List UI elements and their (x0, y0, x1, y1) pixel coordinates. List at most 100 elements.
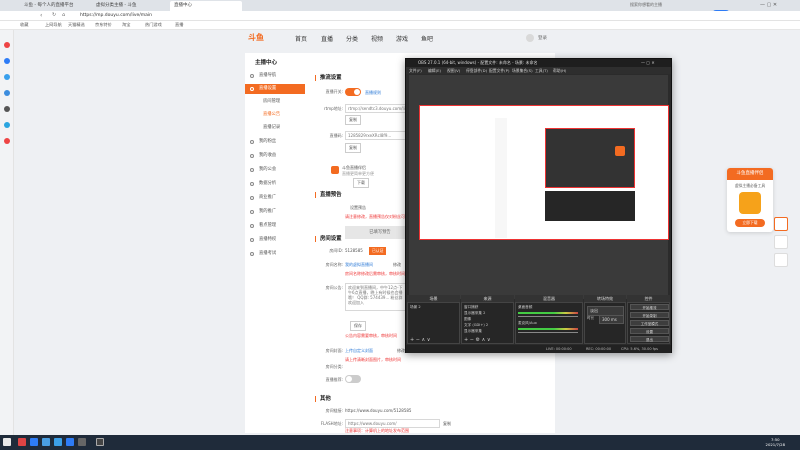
float-feedback-icon[interactable] (774, 217, 788, 231)
stream-code-field[interactable]: 1285829rxeXRcl8f9... (345, 131, 407, 140)
cover-edit[interactable]: 修改 (397, 348, 405, 354)
source-item[interactable]: 窗口捕获 (464, 305, 478, 310)
volume-slider[interactable] (518, 332, 578, 333)
bookmark[interactable]: 天猫精选 (68, 22, 85, 28)
system-clock[interactable]: 7:50 2021/7/28 (766, 437, 785, 447)
scene-add-icon[interactable]: + − ∧ ∨ (410, 337, 430, 343)
tab-live-center[interactable]: 直播中心 (170, 1, 242, 11)
menu-item-business[interactable]: 商业推广 (245, 193, 305, 203)
menu-item-highlights[interactable]: 看点管理 (245, 221, 305, 231)
home-icon[interactable]: ⌂ (62, 12, 65, 18)
menu-item-exam[interactable]: 直播考试 (245, 249, 305, 259)
promo-download-button[interactable]: 立即下载 (735, 219, 765, 227)
float-home-icon[interactable] (774, 235, 788, 249)
duration-input[interactable]: 300 ms (599, 315, 624, 324)
obs-menu-view[interactable]: 视图(V) (447, 68, 460, 74)
menu-item-live-settings[interactable]: 直播设置 (245, 84, 305, 94)
obs-window-controls[interactable]: — ▢ ✕ (641, 59, 655, 67)
refresh-icon[interactable]: ↻ (52, 12, 56, 18)
float-share-icon[interactable] (774, 253, 788, 267)
nav-live[interactable]: 直播 (321, 34, 333, 43)
recommend-toggle[interactable] (345, 375, 361, 383)
taskbar-app-icon[interactable] (54, 438, 62, 446)
source-add-icon[interactable]: + − ⚙ ∧ ∨ (464, 337, 491, 343)
obs-preview[interactable] (409, 75, 669, 299)
window-controls[interactable]: — ▢ ✕ (760, 2, 777, 8)
obs-menu-file[interactable]: 文件(F) (409, 68, 422, 74)
tab-douyu-home[interactable]: 斗鱼 - 每个人的直播平台 (20, 1, 80, 11)
volume-slider[interactable] (518, 316, 578, 317)
menu-item-nav[interactable]: 直播导航 (245, 71, 305, 81)
flash-copy-button[interactable]: 复制 (443, 421, 451, 427)
sidebar-app-icon[interactable] (4, 138, 10, 144)
start-icon[interactable] (3, 438, 11, 446)
avatar[interactable] (526, 34, 534, 42)
copy-code-button[interactable]: 复制 (345, 143, 361, 153)
sidebar-app-icon[interactable] (4, 42, 10, 48)
menu-sub-notice[interactable]: 直播公告 (245, 110, 305, 120)
back-icon[interactable]: ‹ (40, 12, 42, 19)
tab-virtual-category[interactable]: 虚拟分类主播 - 斗鱼 (92, 1, 162, 11)
obs-title-bar[interactable]: OBS 27.0.1 (64-bit, windows) - 配置文件: 未命名… (406, 59, 671, 67)
bookmark[interactable]: 收藏 (20, 22, 28, 28)
flash-url-field[interactable]: https://www.douyu.com/ (345, 419, 440, 428)
sidebar-app-icon[interactable] (4, 106, 10, 112)
notice-save-button[interactable]: 保存 (350, 321, 366, 331)
companion-promo[interactable]: 斗鱼直播伴侣 虚拟主播必备工具 立即下载 (727, 168, 773, 232)
nav-home[interactable]: 首页 (295, 34, 307, 43)
bookmark[interactable]: 淘宝 (122, 22, 130, 28)
menu-item-guild[interactable]: 我的公会 (245, 165, 305, 175)
source-item[interactable]: 文字 (GDI+) 2 (464, 323, 488, 328)
source-item[interactable]: 图像 (464, 317, 471, 322)
obs-menu-edit[interactable]: 编辑(E) (428, 68, 441, 74)
cover-upload-link[interactable]: 上传自定义封面 (345, 348, 373, 354)
nav-game[interactable]: 游戏 (396, 34, 408, 43)
obs-taskbar-icon[interactable] (96, 438, 104, 446)
menu-item-income[interactable]: 我的收益 (245, 151, 305, 161)
search-hint[interactable]: 搜索你想看的主播 (630, 2, 690, 8)
obs-menu-help[interactable]: 帮助(H) (553, 68, 566, 74)
copy-rtmp-button[interactable]: 复制 (345, 115, 361, 125)
taskbar-app-icon[interactable] (78, 438, 86, 446)
live-toggle[interactable] (345, 88, 361, 96)
sidebar-app-icon[interactable] (4, 90, 10, 96)
start-recording-button[interactable]: 开始录制 (630, 312, 669, 318)
scene-item[interactable]: 场景 2 (410, 305, 421, 310)
taskbar-app-icon[interactable] (30, 438, 38, 446)
bookmark[interactable]: 直播 (175, 22, 183, 28)
taskbar-app-icon[interactable] (18, 438, 26, 446)
room-name-edit[interactable]: 修改 (393, 262, 401, 268)
nav-category[interactable]: 分类 (346, 34, 358, 43)
obs-menu-tools[interactable]: 工具(T) (535, 68, 548, 74)
obs-capture-source[interactable] (419, 105, 669, 240)
share-link-value[interactable]: https://www.douyu.com/5128585 (345, 408, 411, 413)
obs-menu-docks[interactable]: 停靠部件(D) (466, 68, 487, 74)
bookmark[interactable]: 京东特价 (95, 22, 112, 28)
taskbar-app-icon[interactable] (42, 438, 50, 446)
menu-sub-records[interactable]: 直播记录 (245, 123, 305, 133)
sidebar-app-icon[interactable] (4, 122, 10, 128)
source-item[interactable]: 显示器采集 2 (464, 311, 485, 316)
sidebar-app-icon[interactable] (4, 58, 10, 64)
bookmark[interactable]: 热门游戏 (145, 22, 162, 28)
studio-mode-button[interactable]: 工作室模式 (630, 320, 669, 326)
preview-setting[interactable]: 设置预告 (350, 205, 366, 211)
obs-menu-scene-collection[interactable]: 场景集合(S) (512, 68, 533, 74)
sidebar-app-icon[interactable] (4, 74, 10, 80)
settings-button[interactable]: 设置 (630, 328, 669, 334)
exit-button[interactable]: 退出 (630, 336, 669, 342)
start-streaming-button[interactable]: 开始推流 (630, 304, 669, 310)
menu-item-promo[interactable]: 我的推广 (245, 207, 305, 217)
taskbar-app-icon[interactable] (66, 438, 74, 446)
douyu-logo[interactable]: 斗鱼 (248, 32, 264, 43)
menu-item-privilege[interactable]: 直播特权 (245, 235, 305, 245)
nav-fishbar[interactable]: 鱼吧 (421, 34, 433, 43)
bookmark[interactable]: 上网导航 (45, 22, 62, 28)
rtmp-url-field[interactable]: rtmp://sendtc3.douyu.com/live (345, 104, 407, 113)
nav-video[interactable]: 视频 (371, 34, 383, 43)
user-name[interactable]: 登录 (538, 35, 547, 41)
menu-item-data[interactable]: 数据分析 (245, 179, 305, 189)
menu-item-fans[interactable]: 我的粉丝 (245, 137, 305, 147)
menu-sub-room[interactable]: 房间管理 (245, 97, 305, 107)
url-input[interactable]: https://mp.douyu.com/live/main (80, 13, 152, 18)
